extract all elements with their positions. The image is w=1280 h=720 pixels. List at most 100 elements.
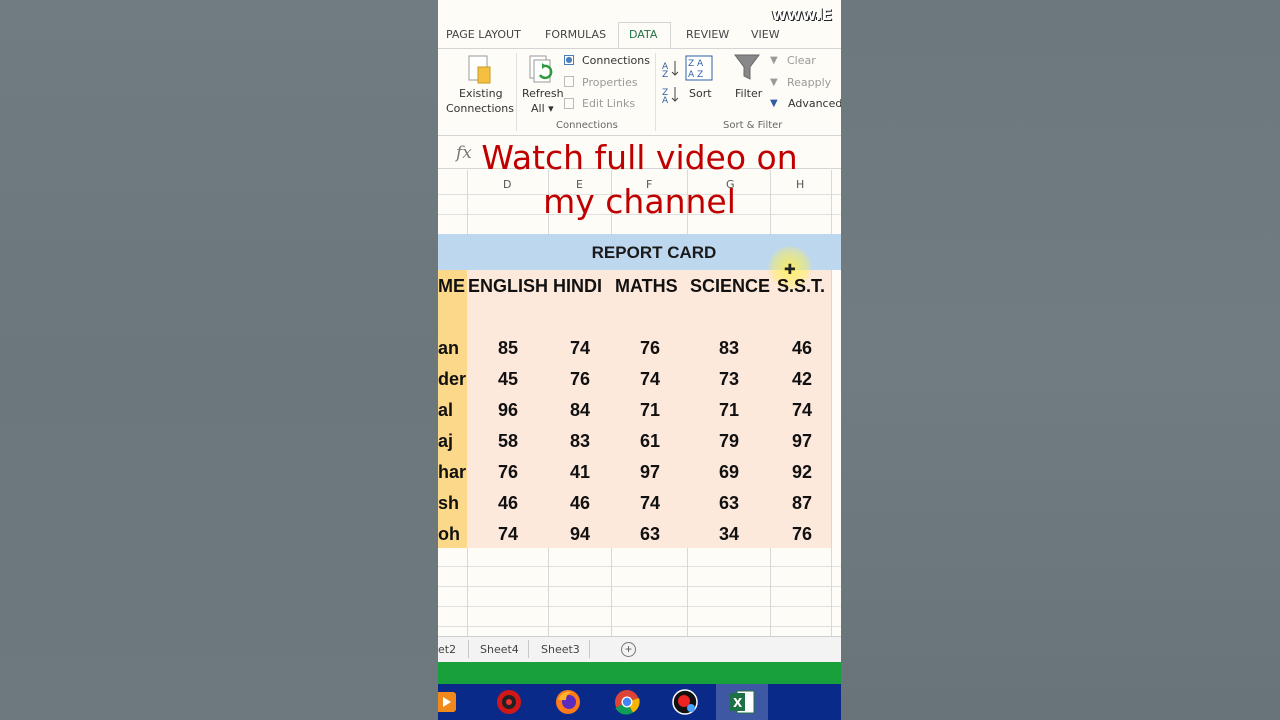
header-english[interactable]: ENGLISH <box>468 276 548 297</box>
mark-cell[interactable]: 45 <box>478 369 538 390</box>
chrome-icon[interactable] <box>613 688 641 716</box>
refresh-all-label-2: All ▾ <box>531 102 554 115</box>
mark-cell[interactable]: 73 <box>699 369 759 390</box>
existing-connections-icon <box>468 55 491 84</box>
clear-button[interactable]: Clear <box>787 54 816 67</box>
edit-links-icon <box>564 98 574 109</box>
mark-cell[interactable]: 61 <box>620 431 680 452</box>
mark-cell[interactable]: 74 <box>620 369 680 390</box>
ribbon-tab-strip: PAGE LAYOUT FORMULAS DATA REVIEW VIEW <box>438 22 841 48</box>
mark-cell[interactable]: 97 <box>772 431 832 452</box>
windows-taskbar: X <box>438 684 841 720</box>
sheet-tab-sheet4[interactable]: Sheet4 <box>480 643 519 656</box>
blurred-background-right <box>841 0 1280 720</box>
properties-button[interactable]: Properties <box>582 76 638 89</box>
svg-text:A Z: A Z <box>688 70 703 80</box>
overlay-text-line1: Watch full video on <box>481 138 798 177</box>
media-player-icon[interactable] <box>438 688 460 716</box>
mark-cell[interactable]: 94 <box>550 524 610 545</box>
mark-cell[interactable]: 71 <box>620 400 680 421</box>
student-name[interactable]: aj <box>438 431 453 452</box>
student-name[interactable]: har <box>438 462 466 483</box>
mark-cell[interactable]: 76 <box>620 338 680 359</box>
mark-cell[interactable]: 71 <box>699 400 759 421</box>
header-science[interactable]: SCIENCE <box>690 276 770 297</box>
grid-line <box>438 586 841 587</box>
mark-cell[interactable]: 46 <box>772 338 832 359</box>
mark-cell[interactable]: 97 <box>620 462 680 483</box>
tab-view[interactable]: VIEW <box>751 28 780 41</box>
mark-cell[interactable]: 85 <box>478 338 538 359</box>
mark-cell[interactable]: 74 <box>620 493 680 514</box>
mark-cell[interactable]: 84 <box>550 400 610 421</box>
mark-cell[interactable]: 46 <box>550 493 610 514</box>
mark-cell[interactable]: 34 <box>699 524 759 545</box>
mark-cell[interactable]: 76 <box>550 369 610 390</box>
cell-cursor-icon: ✚ <box>784 261 796 277</box>
ribbon-separator <box>655 53 656 131</box>
screen-recorder-icon[interactable] <box>671 688 699 716</box>
mark-cell[interactable]: 58 <box>478 431 538 452</box>
sheet-separator <box>528 640 529 658</box>
mark-cell[interactable]: 63 <box>699 493 759 514</box>
sheet-tab-bar: et2 Sheet4 Sheet3 + <box>438 636 841 662</box>
student-name[interactable]: an <box>438 338 459 359</box>
mark-cell[interactable]: 46 <box>478 493 538 514</box>
mark-cell[interactable]: 83 <box>550 431 610 452</box>
edit-links-button[interactable]: Edit Links <box>582 97 635 110</box>
mark-cell[interactable]: 96 <box>478 400 538 421</box>
tab-formulas[interactable]: FORMULAS <box>545 28 606 41</box>
existing-connections-label-1: Existing <box>459 87 503 100</box>
sheet-tab-sheet2[interactable]: et2 <box>438 643 456 656</box>
reapply-button[interactable]: Reapply <box>787 76 831 89</box>
connections-button[interactable]: Connections <box>582 54 650 67</box>
tab-data[interactable]: DATA <box>629 28 657 41</box>
tab-page-layout[interactable]: PAGE LAYOUT <box>446 28 521 41</box>
sheet-separator <box>468 640 469 658</box>
mark-cell[interactable]: 63 <box>620 524 680 545</box>
overlay-text-line2: my channel <box>543 182 736 221</box>
student-name[interactable]: oh <box>438 524 460 545</box>
add-sheet-button[interactable]: + <box>621 642 636 657</box>
grid-line <box>438 626 841 627</box>
mark-cell[interactable]: 92 <box>772 462 832 483</box>
mark-cell[interactable]: 79 <box>699 431 759 452</box>
header-name[interactable]: ME <box>438 276 465 297</box>
existing-connections-label-2: Connections <box>446 102 514 115</box>
recorder-icon[interactable] <box>495 688 523 716</box>
mark-cell[interactable]: 76 <box>772 524 832 545</box>
ribbon-separator <box>516 53 517 131</box>
filter-button[interactable]: Filter <box>735 87 762 100</box>
connections-icon: ● <box>564 55 574 65</box>
mark-cell[interactable]: 74 <box>550 338 610 359</box>
mark-cell[interactable]: 76 <box>478 462 538 483</box>
header-sst[interactable]: S.S.T. <box>777 276 825 297</box>
mark-cell[interactable]: 41 <box>550 462 610 483</box>
header-hindi[interactable]: HINDI <box>553 276 602 297</box>
mark-cell[interactable]: 74 <box>772 400 832 421</box>
advanced-button[interactable]: Advanced <box>788 97 841 110</box>
grid-line <box>438 566 841 567</box>
firefox-icon[interactable] <box>554 688 582 716</box>
mark-cell[interactable]: 69 <box>699 462 759 483</box>
tab-review[interactable]: REVIEW <box>686 28 729 41</box>
mark-cell[interactable]: 83 <box>699 338 759 359</box>
properties-icon <box>564 76 574 87</box>
sort-ascending-descending-icon[interactable]: A Z Z A <box>662 57 680 105</box>
mark-cell[interactable]: 42 <box>772 369 832 390</box>
sheet-separator <box>589 640 590 658</box>
excel-icon[interactable]: X <box>728 688 756 716</box>
grid-line <box>438 606 841 607</box>
clear-filter-icon: ▼ <box>770 55 778 66</box>
mark-cell[interactable]: 74 <box>478 524 538 545</box>
sheet-tab-sheet3[interactable]: Sheet3 <box>541 643 580 656</box>
mark-cell[interactable]: 87 <box>772 493 832 514</box>
sort-button[interactable]: Sort <box>689 87 712 100</box>
student-name[interactable]: al <box>438 400 453 421</box>
student-name[interactable]: der <box>438 369 466 390</box>
header-maths[interactable]: MATHS <box>615 276 678 297</box>
excel-window: PAGE LAYOUT FORMULAS DATA REVIEW VIEW ww… <box>438 0 841 720</box>
group-label-sort-filter: Sort & Filter <box>723 120 783 131</box>
svg-text:Z: Z <box>662 70 668 80</box>
student-name[interactable]: sh <box>438 493 459 514</box>
